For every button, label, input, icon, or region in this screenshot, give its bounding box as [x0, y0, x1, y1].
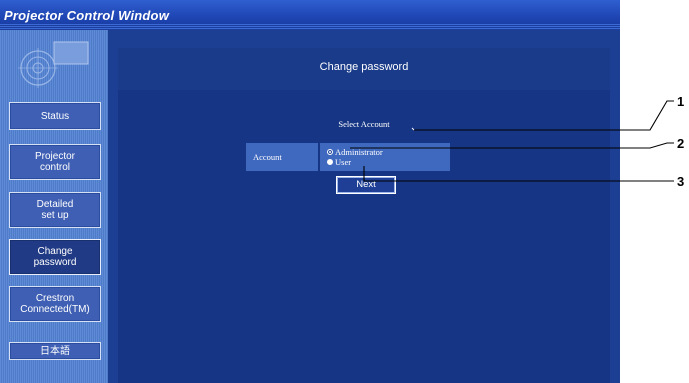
callout-number-3: 3 [677, 174, 685, 189]
callout-number-2: 2 [677, 136, 685, 151]
callout-line-2 [350, 142, 674, 149]
callout-number-1: 1 [677, 94, 685, 109]
callout-line-3 [363, 166, 674, 182]
callout-line-1 [414, 100, 674, 131]
callout-lines [350, 100, 674, 182]
